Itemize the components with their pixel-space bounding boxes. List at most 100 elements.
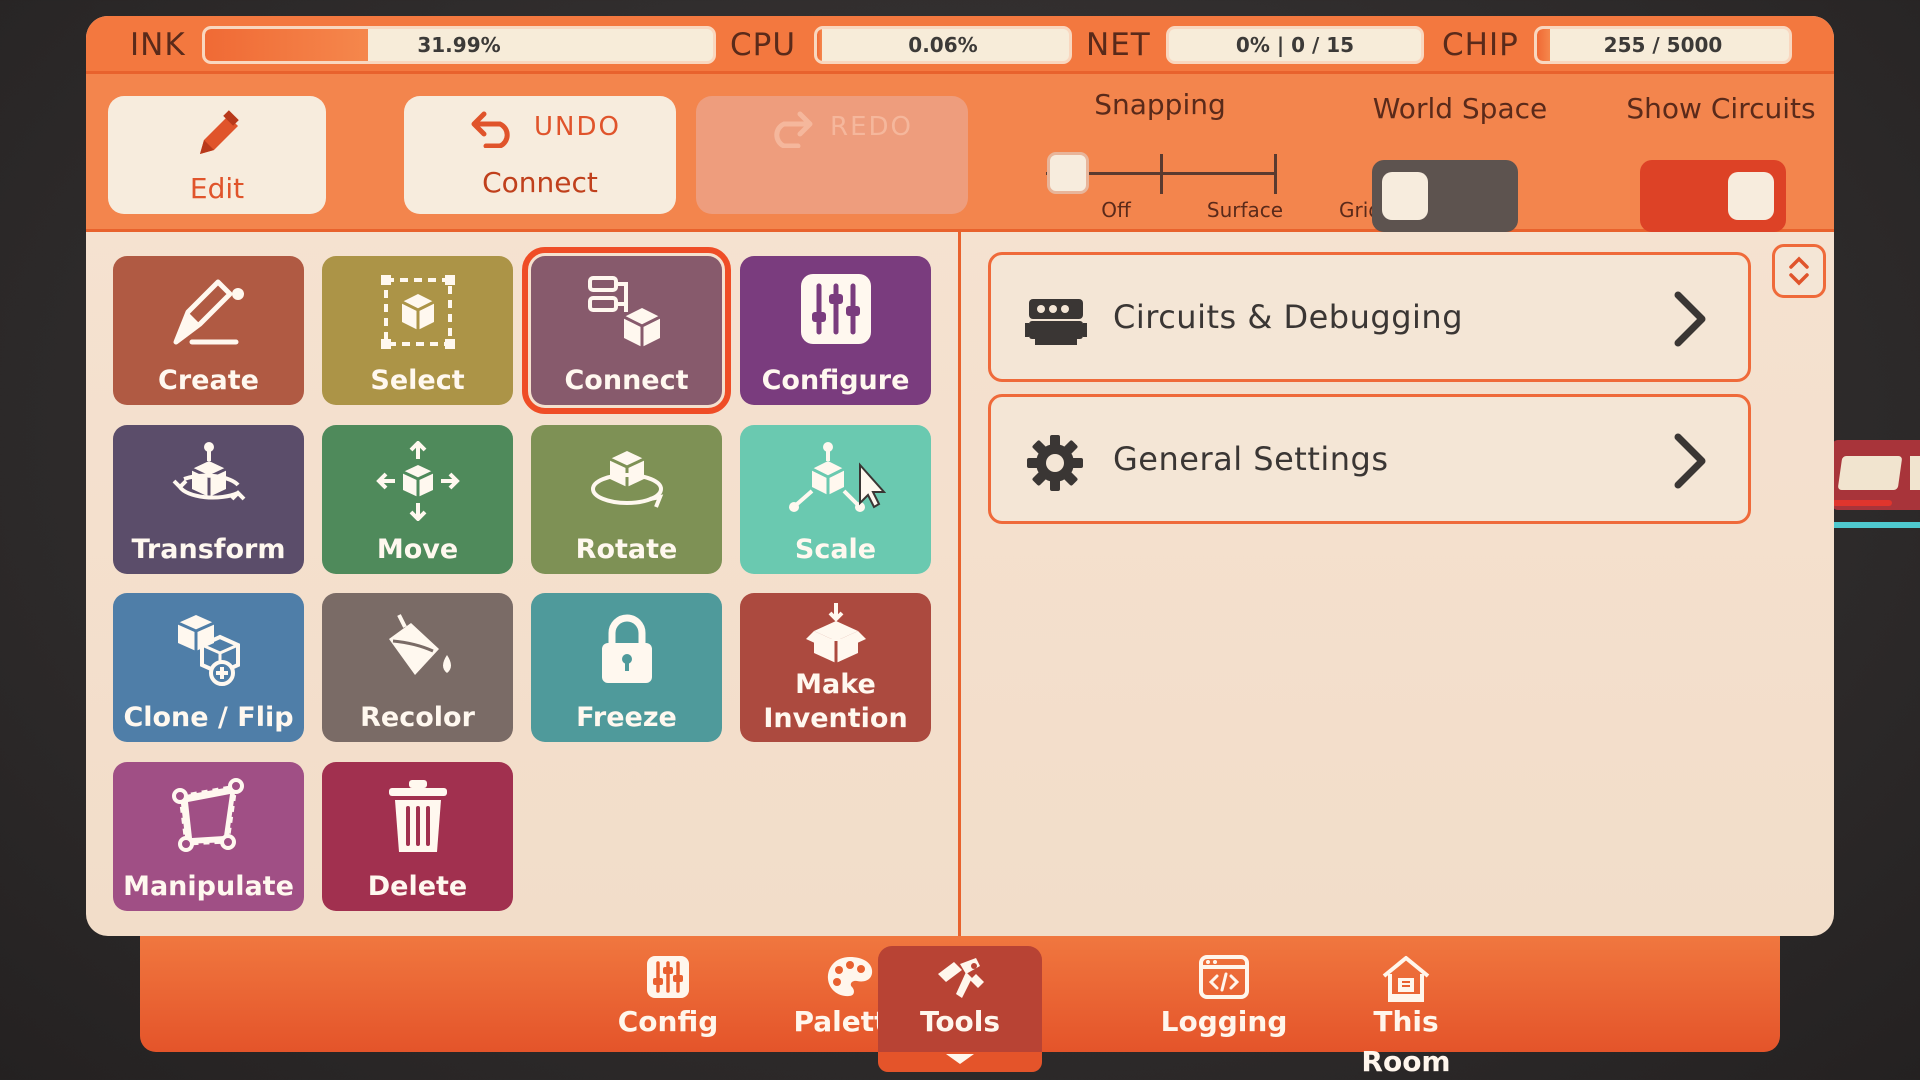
undo-action-name: Connect (482, 166, 598, 199)
menu-general-settings[interactable]: General Settings (988, 394, 1751, 524)
tool-clone-flip[interactable]: Clone / Flip (113, 593, 304, 742)
select-box-icon (322, 272, 513, 350)
paint-bucket-icon (322, 609, 513, 687)
transform-gizmo-icon (113, 441, 304, 519)
chip-meter-label: CHIP (1442, 27, 1519, 63)
active-tab-indicator (878, 1052, 1042, 1072)
sliders-icon (740, 272, 931, 350)
connect-nodes-icon (531, 272, 722, 350)
tool-scale-label: Scale (794, 534, 877, 565)
panel-divider (958, 232, 961, 936)
tool-transform-label: Transform (131, 534, 286, 565)
tool-move-label: Move (376, 534, 459, 565)
menu-general-settings-label: General Settings (1113, 440, 1389, 478)
tool-recolor[interactable]: Recolor (322, 593, 513, 742)
menu-circuits-debugging-label: Circuits & Debugging (1113, 298, 1463, 336)
nav-config-label: Config (617, 1005, 719, 1038)
tool-connect-label: Connect (564, 365, 689, 396)
nav-config[interactable]: Config (586, 936, 750, 1052)
redo-button-label: REDO (830, 112, 913, 142)
trash-can-icon (322, 778, 513, 856)
tools-panel: INK 31.99% CPU 0.06% NET 0% | 0 / 15 CHI… (86, 16, 1834, 936)
house-icon (1324, 954, 1488, 1004)
world-space-label: World Space (1372, 92, 1548, 125)
tool-recolor-label: Recolor (360, 702, 475, 733)
gear-icon (1025, 433, 1087, 491)
tool-make-invention[interactable]: Make Invention (740, 593, 931, 742)
show-circuits-toggle-knob (1728, 172, 1774, 220)
move-arrows-icon (322, 441, 513, 521)
bottom-navigation: Config Palette Tools Logging This Room (140, 936, 1780, 1078)
tool-make-invention-label-line2: Invention (763, 703, 908, 734)
tools-icon (878, 954, 1042, 1004)
menu-circuits-debugging[interactable]: Circuits & Debugging (988, 252, 1751, 382)
nav-this-room[interactable]: This Room (1324, 936, 1488, 1078)
pencil-draw-icon (113, 272, 304, 350)
net-meter-value: 0% | 0 / 15 (1235, 33, 1355, 57)
tool-rotate-label: Rotate (575, 534, 678, 565)
redo-button[interactable]: REDO (696, 96, 968, 214)
tool-scale[interactable]: Scale (740, 425, 931, 574)
world-space-toggle[interactable] (1372, 160, 1518, 232)
tool-configure[interactable]: Configure (740, 256, 931, 405)
tool-connect[interactable]: Connect (522, 247, 731, 414)
nav-tools-label: Tools (919, 1005, 1001, 1038)
scale-gizmo-icon (740, 441, 931, 519)
tool-create[interactable]: Create (113, 256, 304, 405)
sliders-icon (586, 954, 750, 1004)
tool-select-label: Select (370, 365, 465, 396)
nav-logging[interactable]: Logging (1142, 936, 1306, 1052)
snapping-title: Snapping (1094, 88, 1226, 121)
snapping-slider-handle[interactable] (1047, 152, 1089, 194)
tool-configure-label: Configure (761, 365, 910, 396)
tool-delete[interactable]: Delete (322, 762, 513, 911)
chip-meter-value: 255 / 5000 (1603, 33, 1723, 57)
tool-manipulate-label: Manipulate (123, 871, 294, 902)
cpu-meter: 0.06% (814, 26, 1072, 64)
manipulate-handles-icon (113, 778, 304, 856)
snapping-option-surface: Surface (1206, 198, 1284, 222)
chevron-up-down-icon (1789, 256, 1809, 286)
tool-move[interactable]: Move (322, 425, 513, 574)
tool-select[interactable]: Select (322, 256, 513, 405)
show-circuits-toggle[interactable] (1640, 160, 1786, 232)
tool-rotate[interactable]: Rotate (531, 425, 722, 574)
nav-logging-label: Logging (1160, 1005, 1288, 1038)
edit-button-label: Edit (189, 172, 245, 205)
ink-meter-label: INK (130, 27, 186, 63)
undo-arrow-icon (470, 108, 518, 148)
nav-tools[interactable]: Tools (878, 946, 1042, 1052)
ink-meter-value: 31.99% (417, 33, 501, 57)
clone-cubes-icon (113, 609, 304, 687)
code-window-icon (1142, 954, 1306, 1004)
tool-clone-flip-label: Clone / Flip (123, 702, 294, 733)
ink-meter: 31.99% (202, 26, 716, 64)
net-meter: 0% | 0 / 15 (1166, 26, 1424, 64)
undo-button[interactable]: UNDO Connect (404, 96, 676, 214)
edit-button[interactable]: Edit (108, 96, 326, 214)
scroll-toggle-button[interactable] (1772, 244, 1826, 298)
net-meter-label: NET (1086, 27, 1151, 63)
tool-freeze[interactable]: Freeze (531, 593, 722, 742)
tool-delete-label: Delete (367, 871, 468, 902)
cpu-meter-value: 0.06% (908, 33, 978, 57)
caret-down-icon (946, 1054, 974, 1064)
lock-icon (531, 609, 722, 687)
tool-transform[interactable]: Transform (113, 425, 304, 574)
tool-freeze-label: Freeze (576, 702, 677, 733)
tool-create-label: Create (158, 365, 259, 396)
show-circuits-label: Show Circuits (1626, 92, 1816, 125)
rotate-icon (531, 441, 722, 519)
action-toolbar: Edit UNDO Connect REDO Snapping Off Surf… (86, 74, 1834, 232)
redo-arrow-icon (766, 108, 814, 148)
chevron-right-icon (1670, 289, 1710, 349)
pencil-icon (188, 106, 248, 166)
tool-manipulate[interactable]: Manipulate (113, 762, 304, 911)
chip-meter: 255 / 5000 (1534, 26, 1792, 64)
chevron-right-icon (1670, 431, 1710, 491)
world-space-toggle-knob (1382, 172, 1428, 220)
undo-button-label: UNDO (534, 112, 621, 142)
tool-make-invention-label-line1: Make (795, 669, 876, 700)
snapping-option-off: Off (1101, 198, 1131, 222)
background-scene-object (1832, 440, 1920, 560)
